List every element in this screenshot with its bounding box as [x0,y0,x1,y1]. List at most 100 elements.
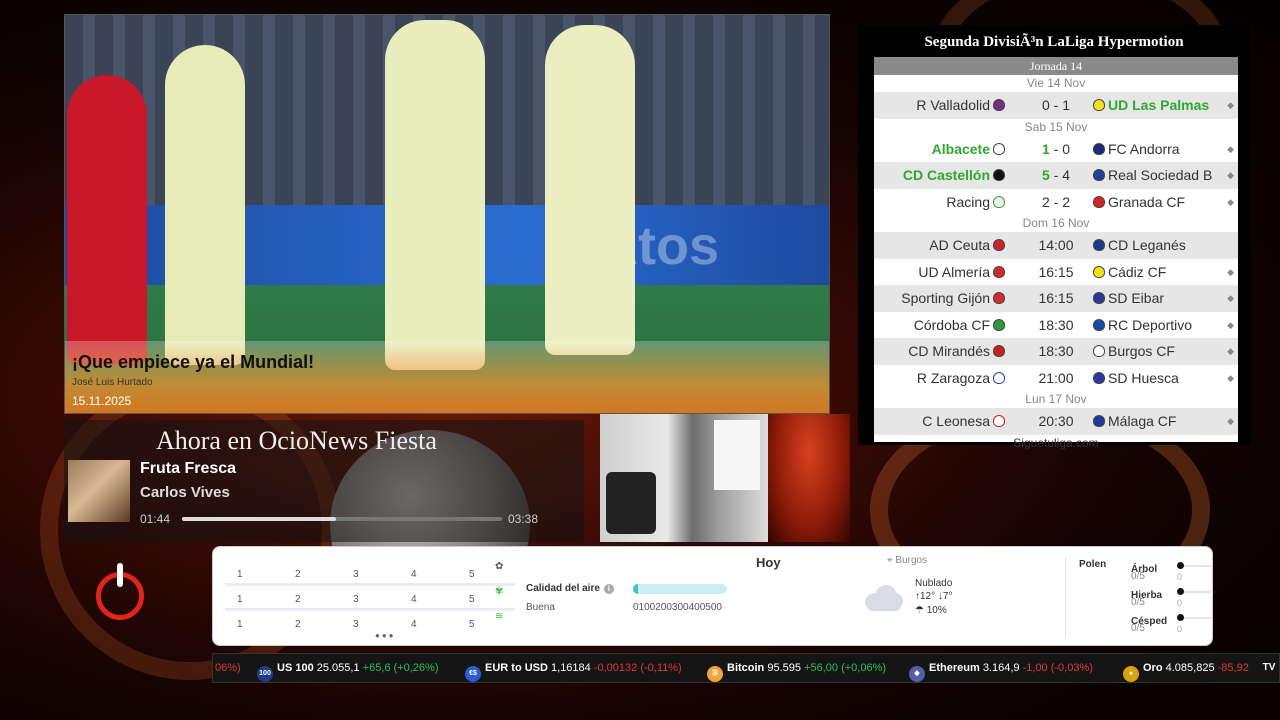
team-crest-icon [1093,195,1105,208]
team-crest-icon [1093,345,1105,357]
location-pin-icon[interactable]: ◆ [1227,338,1234,364]
now-playing-header: Ahora en OcioNews Fiesta [156,426,437,455]
nasdaq-icon: 100 [257,666,273,682]
news-card[interactable]: Atos ¡Que empiece ya el Mundial! José Lu… [64,14,830,414]
power-button[interactable] [96,563,144,620]
home-team: Córdoba CF [914,312,1008,338]
location-pin-icon[interactable]: ◆ [1227,189,1234,215]
pollen-level-dot [1177,614,1184,621]
location-pin-icon[interactable]: ◆ [1227,162,1234,188]
away-team: FC Andorra [1090,136,1180,162]
day-header: Lun 17 Nov [874,391,1238,408]
match-list: Jornada 14 Vie 14 Nov R Valladolid 0 - 1 U… [874,57,1238,450]
location-label: ⌖ Burgos [887,555,928,566]
match-time: 18:30 [1038,343,1074,359]
forecast-row: 12345 ≋ [237,611,504,630]
team-crest-icon [993,239,1005,251]
location-pin-icon[interactable]: ◆ [1227,365,1234,391]
match-row[interactable]: UD Almería 16:15 Cádiz CF ◆ [874,258,1238,285]
away-team: UD Las Palmas [1090,92,1209,118]
away-team: Granada CF [1090,189,1185,215]
team-crest-icon [993,318,1005,331]
match-row[interactable]: R Valladolid 0 - 1 UD Las Palmas ◆ [874,92,1238,119]
lamp-decoration [768,414,850,542]
pollen-item: Árbol 0/5 0 [1131,559,1211,583]
away-team: Málaga CF [1090,408,1176,434]
match-row[interactable]: Sporting Gijón 16:15 SD Eibar ◆ [874,285,1238,312]
match-time: 14:00 [1038,237,1074,253]
away-team: Burgos CF [1090,338,1175,364]
team-crest-icon [993,142,1005,155]
flower-icon: ✿ [495,561,504,572]
air-quality-value: Buena [526,602,555,613]
ticker-item[interactable]: 100 US 100 25.055,1 +65,6 (+0,26%) [257,654,439,682]
now-playing-panel: Ahora en OcioNews Fiesta Fruta Fresca Ca… [64,420,584,542]
ticker-item[interactable]: ● Oro 4.085,825 -85,92 [1123,654,1249,682]
match-time: 21:00 [1038,369,1074,386]
team-crest-icon [1093,292,1105,304]
tradingview-logo[interactable]: TV [1259,654,1279,682]
player-figure [385,20,485,370]
power-icon [117,563,123,587]
league-footer-link[interactable]: Siguetuliga.com [874,435,1238,452]
location-pin-icon[interactable]: ◆ [1227,312,1234,338]
ticker-item[interactable]: ◆ Ethereum 3.164,9 -1,00 (-0,03%) [909,654,1093,682]
home-team: UD Almería [918,259,1008,285]
league-title: Segunda DivisiÃ³n LaLiga Hypermotion [924,34,1184,50]
match-row[interactable]: CD Mirandés 18:30 Burgos CF ◆ [874,338,1238,365]
info-icon[interactable]: i [603,584,614,594]
pollen-level-dot [1177,562,1184,569]
home-team: Sporting Gijón [901,285,1008,311]
match-row[interactable]: R Zaragoza 21:00 SD Huesca ◆ [874,364,1238,391]
match-row[interactable]: C Leonesa 20:30 Málaga CF ◆ [874,408,1238,435]
team-crest-icon [1093,371,1105,384]
temperature-range: ↑12° ↓7° [915,591,953,602]
ethereum-icon: ◆ [909,666,925,682]
location-pin-icon[interactable]: ◆ [1227,136,1234,162]
match-score: 2 - 2 [1041,193,1070,210]
forecast-grid: 12345 ✿ 12345 ✾ 12345 ≋ [225,561,515,636]
home-team: Albacete [932,136,1008,162]
grass-icon: ≋ [495,611,504,622]
day-header: Dom 16 Nov [874,215,1238,232]
team-crest-icon [993,265,1005,278]
progress-bar[interactable] [182,517,502,521]
pollen-label: Polen [1079,559,1107,570]
match-row[interactable]: Albacete 1 - 0 FC Andorra ◆ [874,135,1238,162]
player-figure [545,25,635,355]
away-team: RC Deportivo [1090,312,1192,338]
elapsed-time: 01:44 [140,512,171,526]
location-pin-icon[interactable]: ◆ [1227,408,1234,434]
team-crest-icon [993,345,1005,357]
team-crest-icon [993,371,1005,384]
forecast-row: 12345 ✿ [225,561,515,586]
forecast-row: 12345 ✾ [225,586,515,611]
pagination-dots[interactable]: ●●● [375,631,396,640]
webcam-view [600,414,768,542]
pollen-item: Césped 0/5 0 [1131,611,1211,635]
gold-icon: ● [1123,666,1139,682]
team-crest-icon [993,195,1005,208]
ticker-fragment: 06%) [215,662,241,674]
location-pin-icon[interactable]: ◆ [1227,92,1234,118]
match-row[interactable]: Córdoba CF 18:30 RC Deportivo ◆ [874,311,1238,338]
match-time: 16:15 [1038,290,1074,306]
match-row[interactable]: AD Ceuta 14:00 CD Leganés [874,232,1238,259]
away-team: SD Eibar [1090,285,1164,311]
home-team: AD Ceuta [929,232,1008,258]
ticker-item[interactable]: ₿ Bitcoin 95.595 +56,00 (+0,06%) [707,654,886,682]
player-figure [67,75,147,365]
day-header: Sab 15 Nov [874,118,1238,136]
match-score: 1 - 0 [1041,140,1071,157]
divider [1065,557,1066,637]
location-pin-icon[interactable]: ◆ [1227,259,1234,285]
away-team: SD Huesca [1090,365,1179,391]
song-artist: Carlos Vives [140,484,230,501]
news-title[interactable]: ¡Que empiece ya el Mundial! [72,352,314,373]
ticker-item[interactable]: €$ EUR to USD 1,16184 -0,00132 (-0,11%) [465,654,682,682]
home-team: C Leonesa [922,408,1008,434]
location-pin-icon[interactable]: ◆ [1227,285,1234,311]
match-row[interactable]: CD Castellón 5 - 4 Real Sociedad B ◆ [874,162,1238,189]
match-row[interactable]: Racing 2 - 2 Granada CF ◆ [874,188,1238,215]
team-crest-icon [1093,169,1105,181]
